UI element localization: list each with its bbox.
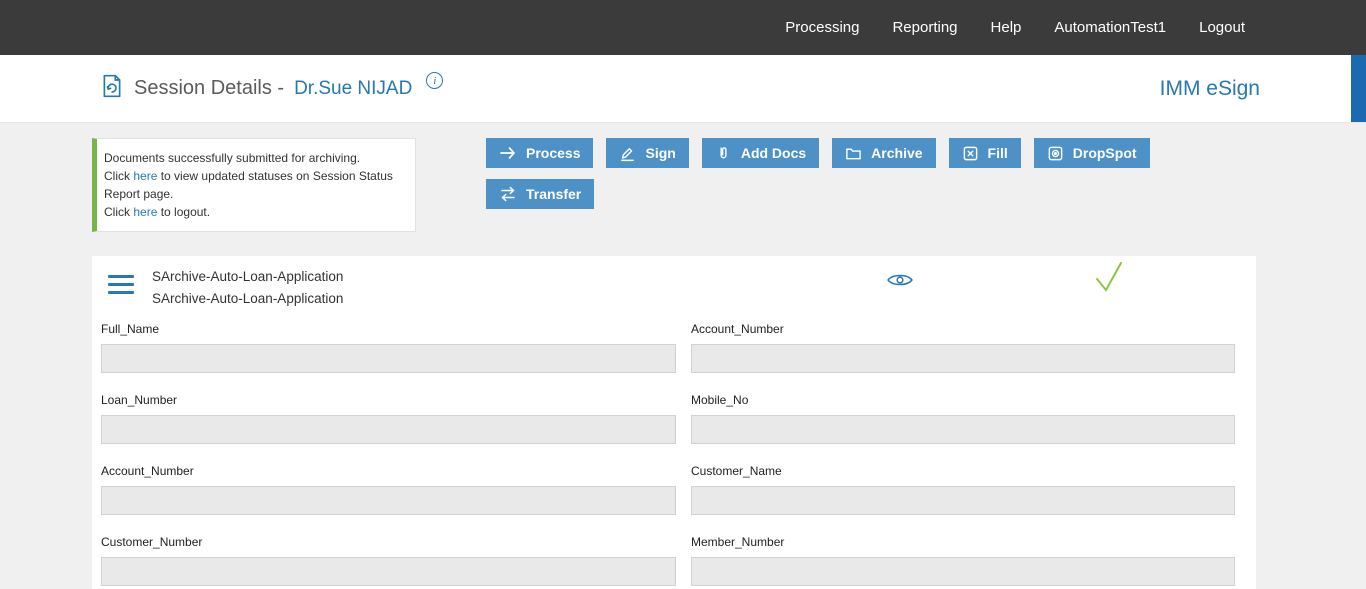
info-icon[interactable] bbox=[426, 72, 444, 89]
pen-icon bbox=[619, 145, 636, 162]
fill-button[interactable]: Fill bbox=[948, 138, 1021, 168]
double-arrow-icon bbox=[499, 185, 517, 203]
header-edge-accent bbox=[1351, 55, 1366, 122]
field-label-customer-name: Customer_Name bbox=[691, 464, 782, 478]
eye-icon[interactable] bbox=[887, 272, 913, 293]
main-content: Documents successfully submitted for arc… bbox=[0, 123, 1366, 589]
field-mobile-no: Mobile_No bbox=[691, 393, 1235, 444]
process-button[interactable]: Process bbox=[486, 138, 594, 168]
folder-icon bbox=[845, 145, 862, 162]
add-docs-button[interactable]: Add Docs bbox=[701, 138, 820, 168]
session-status-report-link[interactable]: here bbox=[133, 169, 157, 183]
header-bar: Session Details - Dr.Sue NIJAD IMM eSign bbox=[0, 55, 1366, 123]
page-title: Session Details - bbox=[134, 77, 285, 99]
field-label-mobile-no: Mobile_No bbox=[691, 393, 749, 407]
field-input-customer-number[interactable] bbox=[101, 557, 676, 586]
paperclip-icon bbox=[715, 145, 732, 162]
nav-item-user[interactable]: AutomationTest1 bbox=[1054, 19, 1166, 36]
boxed-x-icon bbox=[962, 145, 979, 162]
brand-logo: IMM eSign bbox=[1159, 76, 1260, 100]
dropspot-button[interactable]: DropSpot bbox=[1033, 138, 1150, 168]
field-label-account-number: Account_Number bbox=[691, 322, 784, 336]
field-label-account-number-2: Account_Number bbox=[101, 464, 194, 478]
field-customer-number: Customer_Number bbox=[101, 535, 676, 586]
nav-item-processing[interactable]: Processing bbox=[785, 19, 859, 36]
field-loan-number: Loan_Number bbox=[101, 393, 676, 444]
field-account-number-2: Account_Number bbox=[101, 464, 676, 515]
field-input-account-number-2[interactable] bbox=[101, 486, 676, 515]
archive-button[interactable]: Archive bbox=[832, 138, 936, 168]
field-label-full-name: Full_Name bbox=[101, 322, 160, 336]
sign-button[interactable]: Sign bbox=[606, 138, 689, 168]
logout-link[interactable]: here bbox=[133, 205, 157, 219]
field-input-mobile-no[interactable] bbox=[691, 415, 1235, 444]
field-label-loan-number: Loan_Number bbox=[101, 393, 178, 407]
notification-box: Documents successfully submitted for arc… bbox=[92, 138, 416, 232]
document-fields-grid: Full_Name Account_Number Loan_Number Mob… bbox=[92, 322, 1256, 589]
menu-icon[interactable] bbox=[108, 275, 134, 322]
check-icon bbox=[1094, 260, 1124, 299]
field-input-loan-number[interactable] bbox=[101, 415, 676, 444]
arrow-right-icon bbox=[499, 144, 517, 162]
nav-item-logout[interactable]: Logout bbox=[1199, 19, 1245, 36]
field-member-number: Member_Number bbox=[691, 535, 1235, 586]
nav-item-help[interactable]: Help bbox=[991, 19, 1022, 36]
field-label-customer-number: Customer_Number bbox=[101, 535, 203, 549]
notification-line1: Documents successfully submitted for arc… bbox=[104, 151, 361, 165]
field-input-member-number[interactable] bbox=[691, 557, 1235, 586]
field-customer-name: Customer_Name bbox=[691, 464, 1235, 515]
boxed-target-icon bbox=[1047, 145, 1064, 162]
field-full-name: Full_Name bbox=[101, 322, 676, 373]
document-card: SArchive-Auto-Loan-Application SArchive-… bbox=[92, 256, 1256, 589]
field-label-member-number: Member_Number bbox=[691, 535, 785, 549]
session-details-icon bbox=[100, 74, 124, 103]
field-input-customer-name[interactable] bbox=[691, 486, 1235, 515]
field-account-number: Account_Number bbox=[691, 322, 1235, 373]
session-details-page: Processing Reporting Help AutomationTest… bbox=[0, 0, 1366, 589]
session-name[interactable]: Dr.Sue NIJAD bbox=[294, 78, 412, 100]
notification-line2: Click here to view updated statuses on S… bbox=[104, 169, 393, 201]
nav-item-reporting[interactable]: Reporting bbox=[892, 19, 957, 36]
action-toolbar: Process Sign Add Docs Archive Fill DropS… bbox=[486, 138, 1186, 209]
document-subtitle: SArchive-Auto-Loan-Application bbox=[152, 291, 344, 306]
notification-line3: Click here to logout. bbox=[104, 205, 211, 219]
field-input-account-number[interactable] bbox=[691, 344, 1235, 373]
top-nav: Processing Reporting Help AutomationTest… bbox=[0, 0, 1366, 55]
field-input-full-name[interactable] bbox=[101, 344, 676, 373]
transfer-button[interactable]: Transfer bbox=[486, 179, 595, 209]
document-title: SArchive-Auto-Loan-Application bbox=[152, 269, 344, 284]
